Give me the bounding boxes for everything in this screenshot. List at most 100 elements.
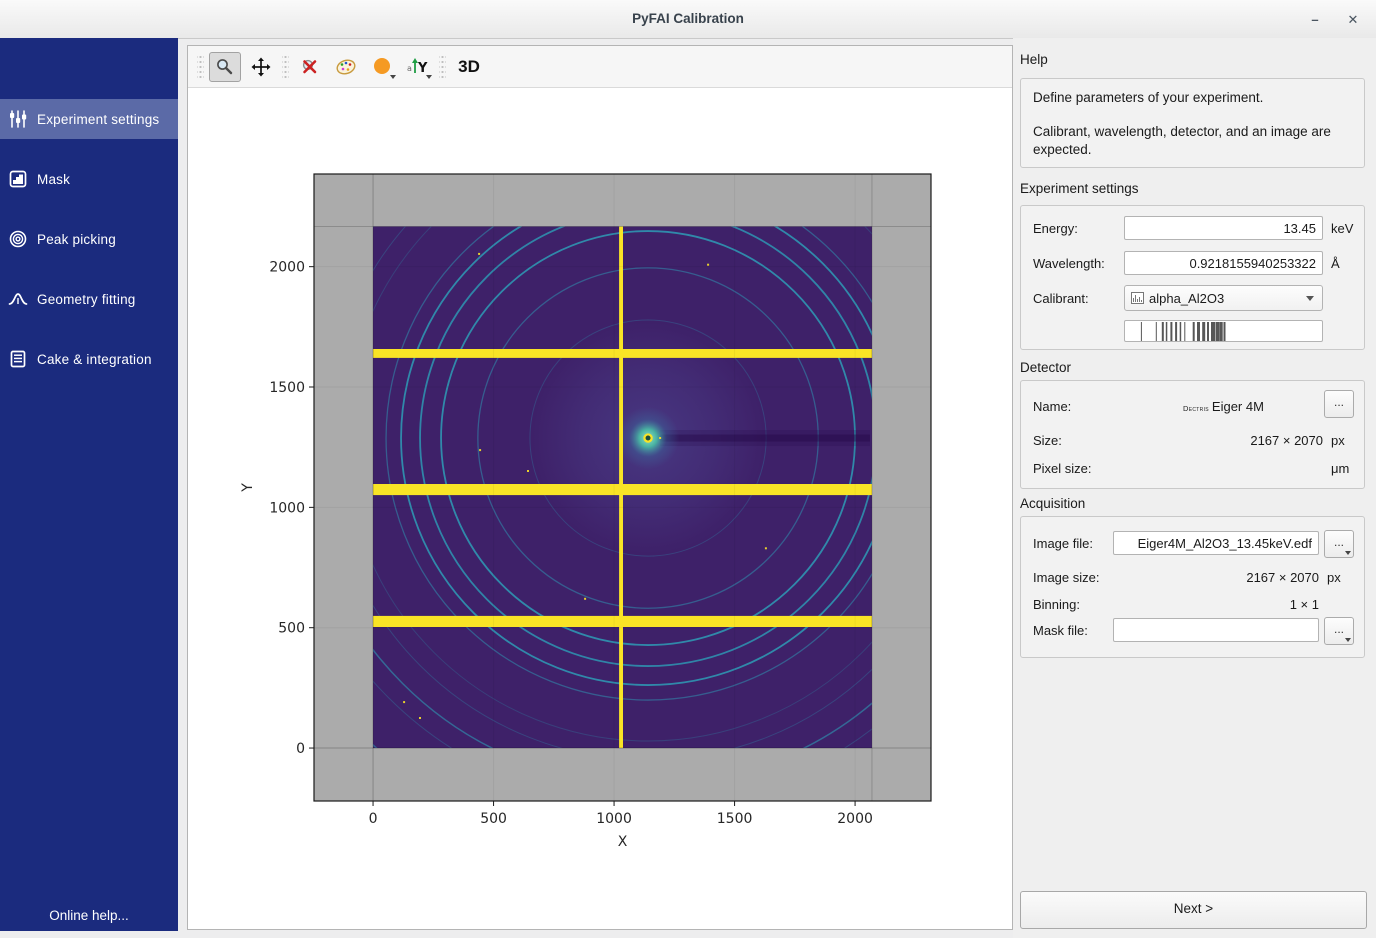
settings-panel: Help Define parameters of your experimen… xyxy=(1013,38,1376,938)
image-file-label: Image file: xyxy=(1033,536,1113,551)
pyfai-calibration-window: PyFAI Calibration – ✕ Experiment setting… xyxy=(0,0,1376,938)
sidebar-item-cake-integration[interactable]: Cake & integration xyxy=(0,339,178,379)
detector-name-value: DectrisEiger 4M xyxy=(1124,399,1323,414)
calibrant-rings-preview xyxy=(1124,320,1323,342)
magnifier-icon xyxy=(215,57,235,77)
help-box: Define parameters of your experiment. Ca… xyxy=(1020,78,1365,168)
svg-text:2000: 2000 xyxy=(837,811,873,827)
pixel-size-label: Pixel size: xyxy=(1033,461,1124,476)
svg-text:1000: 1000 xyxy=(596,811,632,827)
sidebar-item-experiment-settings[interactable]: Experiment settings xyxy=(0,99,178,139)
colormap-button[interactable] xyxy=(330,52,362,82)
energy-label: Energy: xyxy=(1033,221,1124,236)
dropdown-caret xyxy=(1345,638,1351,642)
toolbar-drag-handle[interactable] xyxy=(439,56,446,78)
image-size-unit: px xyxy=(1327,570,1341,585)
toolbar-drag-handle[interactable] xyxy=(282,56,289,78)
calibrant-value: alpha_Al2O3 xyxy=(1149,291,1306,306)
y-axis-orientation-button[interactable]: a Y xyxy=(402,52,434,82)
title-bar: PyFAI Calibration – ✕ xyxy=(0,0,1376,39)
detector-box: Name: DectrisEiger 4M ... Size: 2167 × 2… xyxy=(1020,380,1365,489)
zoom-tool-button[interactable] xyxy=(209,52,241,82)
svg-text:Y: Y xyxy=(417,61,428,76)
dropdown-caret xyxy=(426,75,432,79)
mask-color-button[interactable] xyxy=(366,52,398,82)
next-button[interactable]: Next > xyxy=(1020,891,1367,929)
pan-arrows-icon xyxy=(251,57,271,77)
image-file-browse-button[interactable]: ... xyxy=(1324,530,1354,558)
svg-text:a: a xyxy=(407,64,412,73)
minimize-button[interactable]: – xyxy=(1304,10,1326,30)
sidebar-item-peak-picking[interactable]: Peak picking xyxy=(0,219,178,259)
acquisition-box: Image file: ... Image size: 2167 × 2070 … xyxy=(1020,516,1365,658)
detector-size-value: 2167 × 2070 xyxy=(1124,433,1323,448)
detector-name-label: Name: xyxy=(1033,399,1124,414)
pixel-size-unit: μm xyxy=(1331,461,1349,476)
wavelength-input[interactable] xyxy=(1124,251,1323,275)
image-file-input[interactable] xyxy=(1113,531,1319,555)
concentric-rings-icon xyxy=(8,229,28,249)
sidebar-item-label: Mask xyxy=(37,172,70,187)
svg-text:2000: 2000 xyxy=(269,260,305,276)
pan-tool-button[interactable] xyxy=(245,52,277,82)
detector-size-unit: px xyxy=(1331,433,1345,448)
diffraction-image-plot[interactable]: 0 500 1000 1500 2000 0 500 1000 1500 2000 X Y xyxy=(188,87,1014,936)
detector-size-label: Size: xyxy=(1033,433,1124,448)
sidebar-item-geometry-fitting[interactable]: Geometry fitting xyxy=(0,279,178,319)
energy-unit: keV xyxy=(1331,221,1353,236)
mask-file-browse-button[interactable]: ... xyxy=(1324,617,1354,645)
svg-text:1500: 1500 xyxy=(269,380,305,396)
window-title: PyFAI Calibration xyxy=(0,11,1376,26)
experiment-settings-box: Energy: keV Wavelength: Å Calibrant: alp… xyxy=(1020,205,1365,350)
chevron-down-icon xyxy=(1306,296,1314,301)
dropdown-caret xyxy=(1345,551,1351,555)
svg-text:0: 0 xyxy=(369,811,378,827)
wavelength-label: Wavelength: xyxy=(1033,256,1124,271)
svg-text:500: 500 xyxy=(480,811,507,827)
sidebar-item-label: Cake & integration xyxy=(37,352,152,367)
svg-text:1500: 1500 xyxy=(717,811,753,827)
experiment-section-title: Experiment settings xyxy=(1020,181,1139,196)
svg-text:0: 0 xyxy=(296,741,305,757)
calibrant-dropdown[interactable]: alpha_Al2O3 xyxy=(1124,285,1323,311)
zoom-reset-icon xyxy=(300,57,320,77)
dropdown-caret xyxy=(390,75,396,79)
svg-text:Y: Y xyxy=(240,483,256,493)
svg-text:1000: 1000 xyxy=(269,500,305,516)
list-document-icon xyxy=(8,349,28,369)
view-3d-button[interactable]: 3D xyxy=(451,52,487,82)
sidebar-item-mask[interactable]: Mask xyxy=(0,159,178,199)
orange-circle-icon xyxy=(372,57,392,77)
online-help-link[interactable]: Online help... xyxy=(0,908,178,923)
mask-file-label: Mask file: xyxy=(1033,623,1113,638)
wavelength-unit: Å xyxy=(1331,256,1340,271)
svg-text:500: 500 xyxy=(278,621,305,637)
peak-curve-icon xyxy=(8,289,28,309)
image-size-value: 2167 × 2070 xyxy=(1113,570,1319,585)
sidebar-item-label: Geometry fitting xyxy=(37,292,135,307)
task-sidebar: Experiment settings Mask Peak picking xyxy=(0,38,178,931)
mask-icon xyxy=(8,169,28,189)
detector-section-title: Detector xyxy=(1020,360,1071,375)
y-axis-icon: a Y xyxy=(407,57,429,77)
help-text-line1: Define parameters of your experiment. xyxy=(1033,89,1352,107)
acquisition-section-title: Acquisition xyxy=(1020,496,1085,511)
energy-input[interactable] xyxy=(1124,216,1323,240)
sidebar-item-label: Peak picking xyxy=(37,232,116,247)
help-section-title: Help xyxy=(1020,52,1048,67)
zoom-reset-button[interactable] xyxy=(294,52,326,82)
binning-label: Binning: xyxy=(1033,597,1113,612)
sliders-icon xyxy=(8,109,28,129)
histogram-icon xyxy=(1131,292,1144,304)
help-text-line2: Calibrant, wavelength, detector, and an … xyxy=(1033,123,1352,159)
palette-icon xyxy=(335,57,357,77)
detector-more-button[interactable]: ... xyxy=(1324,390,1354,418)
toolbar-drag-handle[interactable] xyxy=(197,56,204,78)
close-button[interactable]: ✕ xyxy=(1342,10,1364,30)
mask-file-input[interactable] xyxy=(1113,618,1319,642)
plot-toolbar: a Y 3D xyxy=(188,46,1012,88)
sidebar-item-label: Experiment settings xyxy=(37,112,159,127)
svg-text:X: X xyxy=(618,834,628,850)
calibrant-label: Calibrant: xyxy=(1033,291,1124,306)
binning-value: 1 × 1 xyxy=(1113,597,1319,612)
